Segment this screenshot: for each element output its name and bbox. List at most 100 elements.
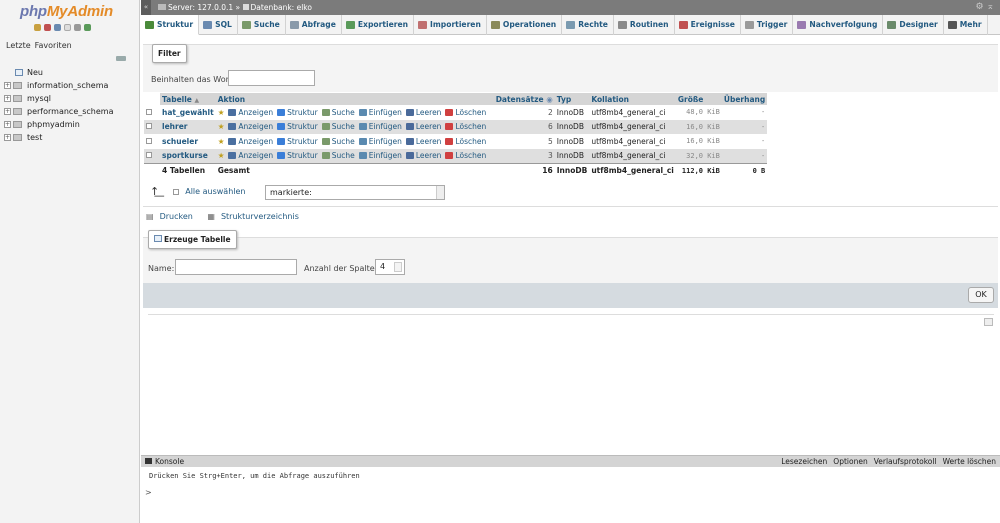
column-count-label: Anzahl der Spalten: [304, 264, 383, 273]
stepper-icon[interactable] [394, 262, 402, 272]
filter-input[interactable] [228, 70, 315, 86]
expand-icon[interactable]: + [4, 108, 11, 115]
reload-icon[interactable] [84, 24, 91, 31]
gear-icon[interactable] [74, 24, 81, 31]
tree-item-test[interactable]: + test [0, 131, 140, 144]
row-checkbox[interactable] [146, 152, 152, 158]
tree-item-information-schema[interactable]: + information_schema [0, 79, 140, 92]
tab-routinen[interactable]: Routinen [614, 15, 675, 35]
insert-icon [358, 137, 367, 145]
insert-action[interactable]: Einfügen [355, 122, 402, 131]
insert-action[interactable]: Einfügen [355, 108, 402, 117]
phpmyadmin-logo[interactable]: phpMyAdmin [20, 3, 113, 20]
insert-action[interactable]: Einfügen [355, 151, 402, 160]
structure-action[interactable]: Struktur [273, 137, 318, 146]
with-selected-select[interactable]: markierte: [265, 185, 445, 200]
tab-ereignisse[interactable]: Ereignisse [675, 15, 741, 35]
tab-importieren[interactable]: Importieren [414, 15, 487, 35]
breadcrumb-server[interactable]: Server: 127.0.0.1 [168, 3, 233, 12]
console-prompt[interactable]: > [145, 488, 152, 497]
drop-action[interactable]: Löschen [441, 137, 486, 146]
console-option-werte-l-schen[interactable]: Werte löschen [943, 457, 996, 466]
structure-action[interactable]: Struktur [273, 108, 318, 117]
row-checkbox[interactable] [146, 137, 152, 144]
console-bar[interactable]: Konsole Lesezeichen Optionen Verlaufsproto… [141, 456, 1000, 467]
search-action[interactable]: Suche [318, 151, 355, 160]
tab-suche[interactable]: Suche [238, 15, 286, 35]
page-settings-icon[interactable] [984, 318, 993, 326]
docs-icon[interactable] [64, 24, 71, 31]
row-checkbox[interactable] [146, 108, 152, 115]
recent-tab[interactable]: Letzte [6, 41, 31, 50]
empty-action[interactable]: Leeren [402, 151, 441, 160]
tree-item-neu[interactable]: Neu [0, 66, 140, 79]
col-type: Typ [554, 93, 590, 105]
collation: utf8mb4_general_ci [589, 105, 676, 120]
tab-operationen[interactable]: Operationen [487, 15, 563, 35]
col-table[interactable]: Tabelle ▲ [160, 93, 216, 105]
search-action[interactable]: Suche [318, 108, 355, 117]
console-option-lesezeichen[interactable]: Lesezeichen [781, 457, 827, 466]
collapse-nav-button[interactable]: « [141, 0, 151, 15]
engine: InnoDB [554, 134, 590, 149]
col-rows[interactable]: Datensätze ◉ [493, 93, 555, 105]
drop-action[interactable]: Löschen [441, 151, 486, 160]
column-count-input[interactable]: 4 [375, 259, 405, 275]
help-icon[interactable] [54, 24, 61, 31]
favorites-tab[interactable]: Favoriten [35, 41, 72, 50]
size: 48,0 KiB [675, 105, 722, 120]
select-all-checkbox[interactable] [173, 188, 180, 195]
tree-item-phpmyadmin[interactable]: + phpmyadmin [0, 118, 140, 131]
browse-action[interactable]: Anzeigen [224, 122, 273, 131]
empty-action[interactable]: Leeren [402, 122, 441, 131]
table-name-input[interactable] [175, 259, 297, 275]
tab-abfrage[interactable]: Abfrage [286, 15, 342, 35]
minimize-icon[interactable]: ⌅ [986, 2, 994, 12]
select-all-link[interactable]: Alle auswählen [185, 187, 245, 196]
drop-action[interactable]: Löschen [441, 108, 486, 117]
structure-action[interactable]: Struktur [273, 151, 318, 160]
tab-nachverfolgung[interactable]: Nachverfolgung [793, 15, 884, 35]
search-action[interactable]: Suche [318, 137, 355, 146]
breadcrumb-database[interactable]: Datenbank: elko [251, 3, 312, 12]
browse-action[interactable]: Anzeigen [224, 137, 273, 146]
link-icon[interactable] [116, 56, 126, 61]
table-name-link[interactable]: hat_gewählt [160, 105, 216, 120]
logout-icon[interactable] [44, 24, 51, 31]
expand-icon[interactable]: + [4, 134, 11, 141]
table-name-link[interactable]: schueler [160, 134, 216, 149]
empty-action[interactable]: Leeren [402, 108, 441, 117]
tab-exportieren[interactable]: Exportieren [342, 15, 415, 35]
print-link[interactable]: ▤ Drucken [146, 212, 199, 221]
tab-struktur[interactable]: Struktur [141, 15, 200, 35]
tree-item-mysql[interactable]: + mysql [0, 92, 140, 105]
home-icon[interactable] [34, 24, 41, 31]
tab-designer[interactable]: Designer [883, 15, 944, 35]
table-name-link[interactable]: lehrer [160, 119, 216, 134]
tab-mehr[interactable]: Mehr [944, 15, 988, 35]
structure-action[interactable]: Struktur [273, 122, 318, 131]
tab-sql[interactable]: SQL [199, 15, 238, 35]
console-option-verlaufsprotokoll[interactable]: Verlaufsprotokoll [874, 457, 937, 466]
row-checkbox[interactable] [146, 123, 152, 130]
tree-item-performance-schema[interactable]: + performance_schema [0, 105, 140, 118]
expand-icon[interactable]: + [4, 121, 11, 128]
browse-action[interactable]: Anzeigen [224, 151, 273, 160]
empty-action[interactable]: Leeren [402, 137, 441, 146]
browse-action[interactable]: Anzeigen [224, 108, 273, 117]
search-action[interactable]: Suche [318, 122, 355, 131]
ok-button[interactable]: OK [968, 287, 994, 303]
dictionary-link[interactable]: ▦ Strukturverzeichnis [207, 212, 304, 221]
designer-icon [887, 21, 897, 29]
gear-icon[interactable]: ⚙ [976, 2, 984, 12]
database-icon [13, 134, 22, 141]
settings-icons: ⚙ ⌅ [976, 2, 995, 12]
drop-action[interactable]: Löschen [441, 122, 486, 131]
insert-action[interactable]: Einfügen [355, 137, 402, 146]
tab-rechte[interactable]: Rechte [562, 15, 614, 35]
console-option-optionen[interactable]: Optionen [833, 457, 867, 466]
tab-trigger[interactable]: Trigger [741, 15, 794, 35]
expand-icon[interactable]: + [4, 82, 11, 89]
expand-icon[interactable]: + [4, 95, 11, 102]
table-name-link[interactable]: sportkurse [160, 148, 216, 163]
